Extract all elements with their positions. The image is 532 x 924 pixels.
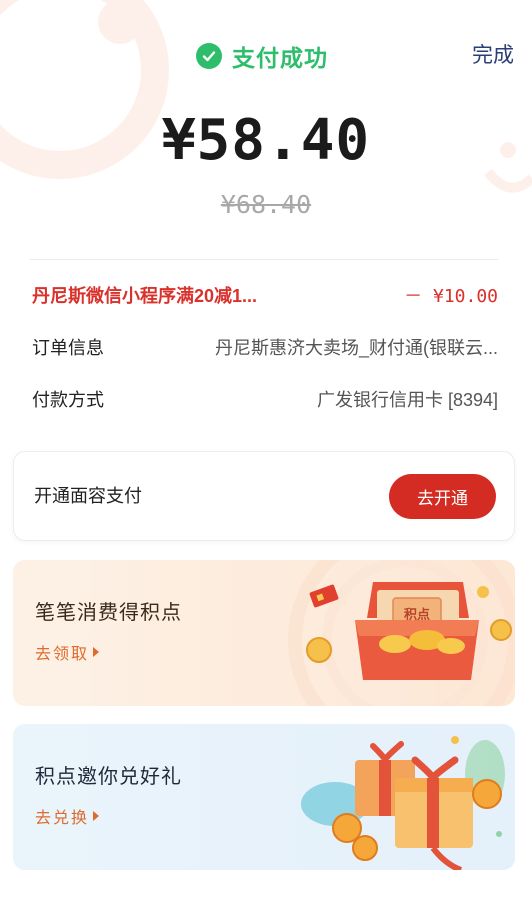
done-button[interactable]: 完成	[472, 36, 514, 76]
box-label: 积点	[404, 607, 430, 622]
points-promo-card[interactable]: 笔笔消费得积点 去领取 积点	[13, 560, 515, 706]
redeem-link[interactable]: 去兑换	[35, 804, 100, 828]
treasure-box-icon: 积点	[288, 560, 515, 706]
enable-face-pay-button[interactable]: 去开通	[389, 474, 496, 519]
discount-label: 丹尼斯微信小程序满20减1...	[32, 286, 258, 306]
promo-title: 笔笔消费得积点	[35, 602, 182, 624]
gift-box-icon	[301, 736, 505, 870]
arrow-right-icon	[93, 647, 100, 657]
order-info-row[interactable]: 订单信息 丹尼斯惠济大卖场_财付通(银联云...	[32, 332, 498, 362]
arrow-right-icon	[93, 811, 100, 821]
payment-method-label: 付款方式	[32, 390, 104, 410]
check-circle-icon	[196, 43, 222, 69]
status-text: 支付成功	[232, 45, 328, 71]
payment-status: 支付成功	[196, 36, 328, 76]
payment-method-value: 广发银行信用卡 [8394]	[316, 390, 498, 410]
discount-row: 丹尼斯微信小程序满20减1... － ¥10.00	[32, 280, 498, 310]
discount-value: － ¥10.00	[404, 286, 498, 307]
order-info-label: 订单信息	[32, 338, 104, 358]
face-pay-card: 开通面容支付 去开通	[13, 451, 515, 541]
order-info-value: 丹尼斯惠济大卖场_财付通(银联云...	[214, 338, 498, 358]
gift-promo-card[interactable]: 积点邀你兑好礼 去兑换	[13, 724, 515, 870]
face-pay-label: 开通面容支付	[34, 486, 142, 506]
promo-title: 积点邀你兑好礼	[35, 766, 182, 788]
claim-link-label: 去领取	[35, 646, 90, 663]
redeem-link-label: 去兑换	[35, 810, 90, 827]
paid-amount: ¥58.40	[161, 108, 371, 173]
original-amount: ¥68.40	[220, 190, 312, 219]
divider	[30, 259, 498, 260]
header: 支付成功 完成	[0, 36, 532, 76]
claim-link[interactable]: 去领取	[35, 640, 100, 664]
payment-method-row: 付款方式 广发银行信用卡 [8394]	[32, 384, 498, 414]
